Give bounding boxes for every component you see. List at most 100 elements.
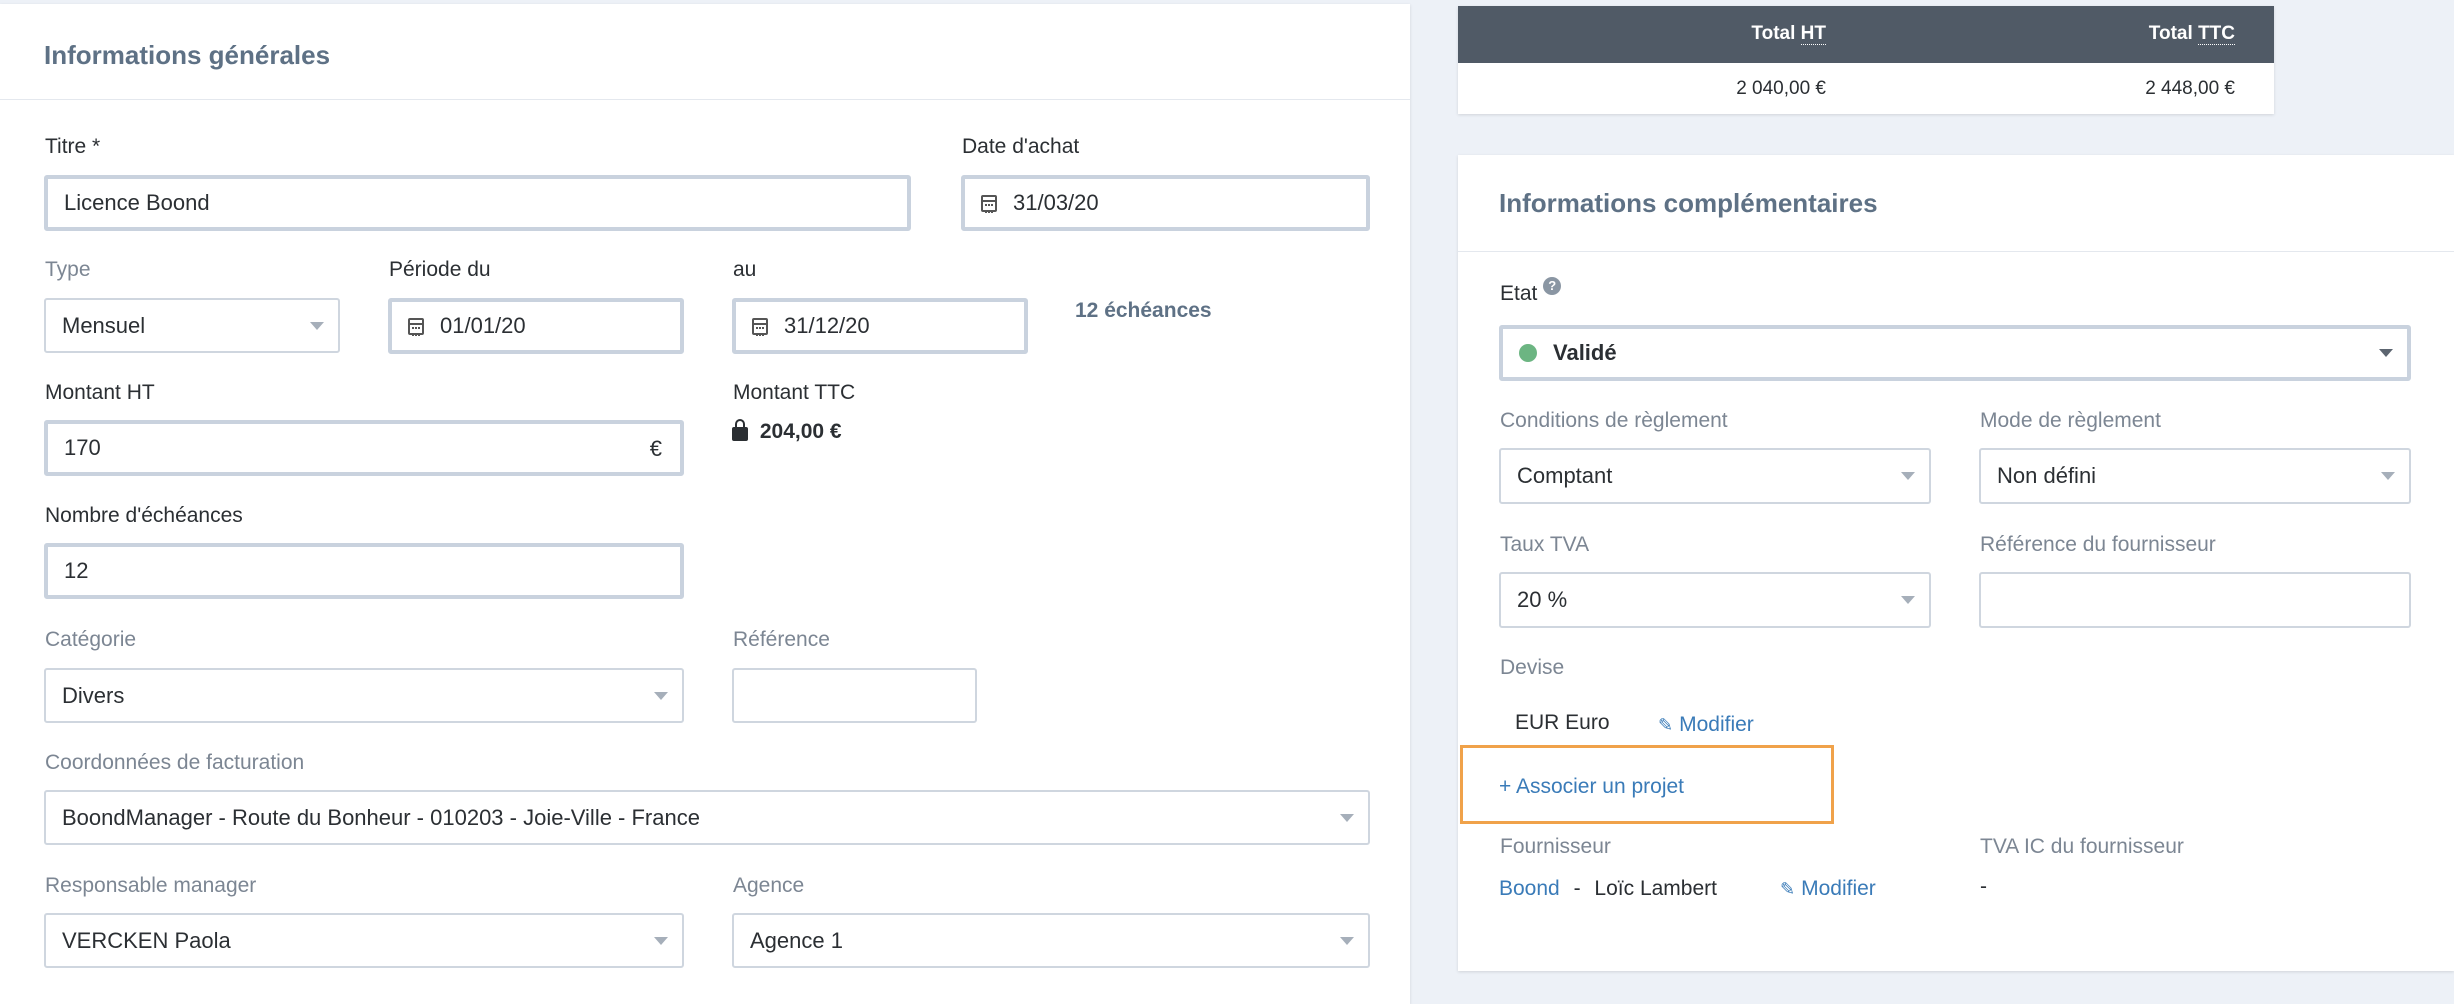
total-ttc-value: 2 448,00 € bbox=[2145, 78, 2235, 99]
etat-status-dot bbox=[1519, 344, 1537, 362]
complementary-info-title: Informations complémentaires bbox=[1499, 188, 1878, 218]
total-ttc-header: Total TTC bbox=[2149, 23, 2235, 45]
total-ttc-abbr: TTC bbox=[2198, 23, 2235, 45]
categorie-label: Catégorie bbox=[45, 628, 137, 651]
nombre-echeances-value: 12 bbox=[64, 558, 89, 583]
general-info-panel: Informations générales Titre * Licence B… bbox=[0, 4, 1410, 1004]
coordonnees-value: BoondManager - Route du Bonheur - 010203… bbox=[62, 804, 700, 830]
mode-value: Non défini bbox=[1997, 463, 2097, 488]
au-input[interactable]: 31/12/20 bbox=[732, 298, 1028, 354]
calendar-icon bbox=[408, 317, 424, 336]
chevron-down-icon bbox=[654, 936, 668, 945]
montant-ttc-value: 204,00 € bbox=[759, 420, 842, 443]
reference-label: Référence bbox=[733, 628, 830, 651]
calendar-icon bbox=[981, 194, 997, 213]
mode-select[interactable]: Non défini bbox=[1979, 448, 2411, 504]
responsable-value: VERCKEN Paola bbox=[62, 927, 231, 953]
responsable-select[interactable]: VERCKEN Paola bbox=[44, 913, 684, 968]
type-label: Type bbox=[45, 258, 91, 281]
ref-fournisseur-input[interactable] bbox=[1979, 572, 2411, 628]
chevron-down-icon bbox=[2381, 472, 2395, 480]
type-select[interactable]: Mensuel bbox=[44, 298, 340, 353]
chevron-down-icon bbox=[2379, 349, 2393, 357]
tva-ic-label: TVA IC du fournisseur bbox=[1980, 835, 2184, 858]
devise-value: EUR Euro bbox=[1515, 711, 1610, 734]
coordonnees-select[interactable]: BoondManager - Route du Bonheur - 010203… bbox=[44, 790, 1370, 845]
periode-du-value: 01/01/20 bbox=[440, 313, 526, 338]
etat-label-text: Etat bbox=[1500, 282, 1538, 305]
taux-label: Taux TVA bbox=[1500, 533, 1590, 556]
conditions-value: Comptant bbox=[1517, 463, 1613, 488]
categorie-select[interactable]: Divers bbox=[44, 668, 684, 723]
titre-value: Licence Boond bbox=[64, 190, 210, 215]
chevron-down-icon bbox=[1901, 596, 1915, 604]
etat-value: Validé bbox=[1553, 340, 1617, 365]
chevron-down-icon bbox=[654, 691, 668, 700]
calendar-icon bbox=[752, 317, 768, 336]
echeances-summary: 12 échéances bbox=[1075, 299, 1212, 322]
devise-label: Devise bbox=[1500, 656, 1565, 679]
fournisseur-separator: - bbox=[1573, 877, 1581, 900]
pencil-icon: ✎ bbox=[1780, 879, 1796, 899]
fournisseur-modifier-link[interactable]: ✎ Modifier bbox=[1780, 877, 1876, 901]
totals-header: Total HT Total TTC bbox=[1458, 6, 2274, 63]
etat-select[interactable]: Validé bbox=[1499, 325, 2411, 381]
chevron-down-icon bbox=[1340, 813, 1354, 822]
etat-label: Etat ? bbox=[1500, 277, 1562, 306]
au-label: au bbox=[733, 258, 757, 281]
coordonnees-label: Coordonnées de facturation bbox=[45, 751, 305, 774]
montant-ttc-display: 204,00 € bbox=[732, 419, 842, 444]
date-achat-input[interactable]: 31/03/20 bbox=[961, 175, 1370, 231]
tva-ic-value: - bbox=[1980, 875, 1987, 898]
nombre-echeances-label: Nombre d'échéances bbox=[45, 504, 243, 527]
reference-input[interactable] bbox=[732, 668, 977, 723]
fournisseur-label: Fournisseur bbox=[1500, 835, 1611, 858]
devise-modifier-link[interactable]: ✎ Modifier bbox=[1658, 713, 1754, 737]
fournisseur-contact: Loïc Lambert bbox=[1594, 877, 1717, 900]
montant-ht-value: 170 bbox=[64, 435, 101, 460]
ref-fournisseur-label: Référence du fournisseur bbox=[1980, 533, 2216, 556]
au-value: 31/12/20 bbox=[784, 313, 870, 338]
periode-du-input[interactable]: 01/01/20 bbox=[388, 298, 684, 354]
taux-select[interactable]: 20 % bbox=[1499, 572, 1931, 628]
nombre-echeances-input[interactable]: 12 bbox=[44, 543, 684, 599]
associer-projet-link[interactable]: + Associer un projet bbox=[1499, 775, 1684, 799]
fournisseur-company-link[interactable]: Boond bbox=[1499, 877, 1560, 900]
montant-ht-input[interactable]: 170 € bbox=[44, 420, 684, 476]
periode-du-label: Période du bbox=[389, 258, 491, 281]
montant-ht-label: Montant HT bbox=[45, 381, 155, 404]
total-ht-value: 2 040,00 € bbox=[1736, 78, 1826, 99]
montant-ttc-label: Montant TTC bbox=[733, 381, 856, 404]
responsable-label: Responsable manager bbox=[45, 874, 257, 897]
lock-icon bbox=[732, 419, 748, 441]
total-ht-abbr: HT bbox=[1800, 23, 1826, 45]
pencil-icon: ✎ bbox=[1658, 715, 1674, 735]
fournisseur-modifier-label: Modifier bbox=[1801, 877, 1876, 900]
chevron-down-icon bbox=[1901, 472, 1915, 480]
chevron-down-icon bbox=[1340, 936, 1354, 945]
date-achat-label: Date d'achat bbox=[962, 135, 1080, 158]
chevron-down-icon bbox=[310, 321, 324, 330]
conditions-label: Conditions de règlement bbox=[1500, 409, 1728, 432]
agence-value: Agence 1 bbox=[750, 927, 843, 953]
total-ttc-prefix: Total bbox=[2148, 23, 2199, 44]
taux-value: 20 % bbox=[1517, 587, 1568, 612]
currency-symbol: € bbox=[649, 436, 662, 461]
type-value: Mensuel bbox=[62, 312, 146, 338]
complementary-info-panel: Informations complémentaires Etat ? Vali… bbox=[1458, 155, 2454, 971]
categorie-value: Divers bbox=[62, 682, 125, 708]
devise-modifier-label: Modifier bbox=[1679, 713, 1754, 736]
help-icon[interactable]: ? bbox=[1543, 277, 1562, 295]
general-info-divider bbox=[0, 99, 1410, 100]
titre-label: Titre * bbox=[45, 135, 101, 158]
agence-label: Agence bbox=[733, 874, 805, 897]
totals-table: Total HT Total TTC 2 040,00 € 2 448,00 € bbox=[1458, 6, 2274, 114]
conditions-select[interactable]: Comptant bbox=[1499, 448, 1931, 504]
agence-select[interactable]: Agence 1 bbox=[732, 913, 1370, 968]
total-ht-header: Total HT bbox=[1751, 23, 1826, 45]
general-info-title: Informations générales bbox=[44, 40, 331, 70]
total-ht-prefix: Total bbox=[1751, 23, 1801, 44]
titre-input[interactable]: Licence Boond bbox=[44, 175, 911, 231]
date-achat-value: 31/03/20 bbox=[1013, 190, 1099, 215]
fournisseur-value: Boond - Loïc Lambert bbox=[1499, 877, 1717, 901]
